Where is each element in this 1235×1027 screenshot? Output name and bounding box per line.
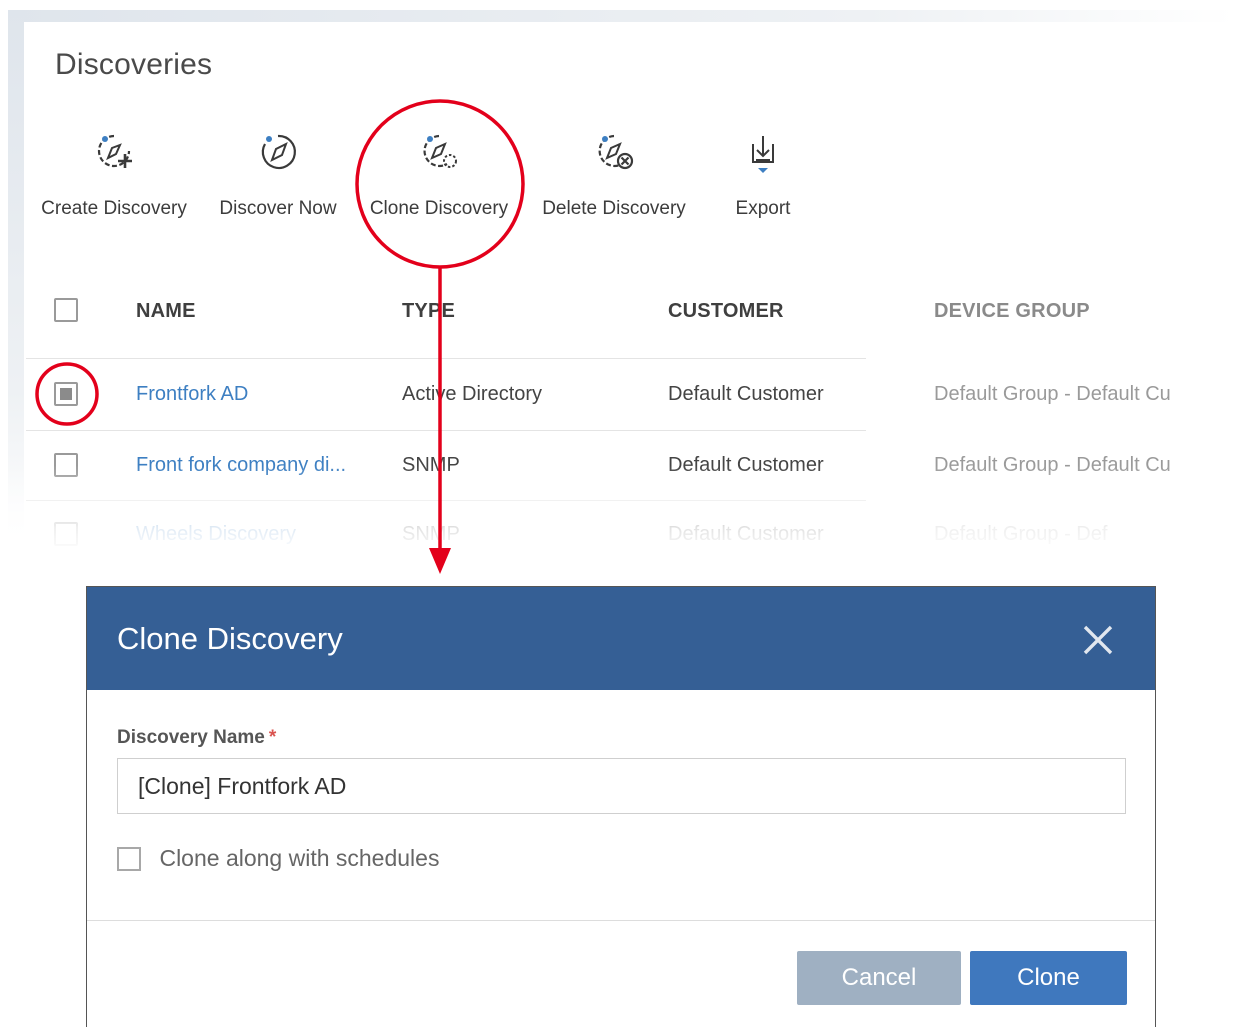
- dialog-header: Clone Discovery: [87, 587, 1155, 690]
- delete-discovery-label: Delete Discovery: [542, 198, 686, 219]
- cancel-button[interactable]: Cancel: [797, 951, 961, 1005]
- delete-discovery-button[interactable]: Delete Discovery: [536, 130, 692, 220]
- export-icon: [752, 136, 774, 173]
- row-divider: [26, 500, 866, 501]
- clone-discovery-icon: [423, 134, 457, 168]
- row-divider: [26, 358, 866, 359]
- row-name-link[interactable]: Frontfork AD: [136, 383, 248, 406]
- row-checkbox[interactable]: [54, 522, 78, 546]
- discover-now-button[interactable]: Discover Now: [214, 130, 342, 220]
- row-customer: Default Customer: [668, 383, 824, 405]
- select-all-checkbox[interactable]: [54, 298, 78, 322]
- row-divider: [26, 430, 866, 431]
- row-checkbox[interactable]: [54, 453, 78, 477]
- clone-schedules-label: Clone along with schedules: [159, 845, 440, 871]
- export-button[interactable]: Export: [724, 130, 802, 220]
- row-device-group: Default Group - Default Cu: [934, 454, 1171, 476]
- row-type: SNMP: [402, 523, 460, 545]
- required-asterisk: *: [268, 727, 277, 748]
- row-type: SNMP: [402, 454, 460, 476]
- discover-now-icon: [261, 134, 296, 170]
- row-checkbox-checked[interactable]: [54, 382, 78, 406]
- row-customer: Default Customer: [668, 523, 824, 545]
- clone-schedules-option[interactable]: Clone along with schedules: [117, 845, 439, 872]
- clone-discovery-dialog: Clone Discovery Discovery Name* Clone al…: [86, 586, 1156, 1027]
- clone-discovery-label: Clone Discovery: [369, 198, 509, 219]
- clone-discovery-button[interactable]: Clone Discovery: [364, 130, 514, 220]
- discoveries-panel: Discoveries Create Discovery Discover No…: [8, 10, 1235, 555]
- column-header-customer[interactable]: CUSTOMER: [668, 300, 784, 323]
- row-device-group: Default Group - Def: [934, 523, 1108, 545]
- create-discovery-button[interactable]: Create Discovery: [40, 130, 188, 220]
- discover-now-label: Discover Now: [219, 198, 337, 219]
- discovery-name-input[interactable]: [117, 758, 1126, 814]
- row-device-group: Default Group - Default Cu: [934, 383, 1171, 405]
- column-header-name[interactable]: NAME: [136, 300, 196, 323]
- discovery-name-label-text: Discovery Name: [117, 727, 265, 748]
- page-title: Discoveries: [55, 48, 213, 81]
- row-customer: Default Customer: [668, 454, 824, 476]
- clone-schedules-checkbox[interactable]: [117, 846, 141, 871]
- create-discovery-label: Create Discovery: [41, 198, 187, 219]
- create-discovery-icon: [97, 134, 132, 168]
- close-icon[interactable]: [1081, 623, 1115, 657]
- export-label: Export: [735, 198, 791, 219]
- dialog-title: Clone Discovery: [117, 621, 343, 656]
- discovery-name-label: Discovery Name *: [117, 727, 276, 749]
- delete-discovery-icon: [598, 134, 634, 170]
- row-name-link[interactable]: Wheels Discovery: [136, 523, 296, 546]
- clone-button[interactable]: Clone: [970, 951, 1127, 1005]
- row-type: Active Directory: [402, 383, 543, 405]
- column-header-type[interactable]: TYPE: [402, 300, 455, 323]
- row-name-link[interactable]: Front fork company di...: [136, 454, 346, 477]
- dialog-divider: [87, 920, 1155, 921]
- column-header-device-group[interactable]: DEVICE GROUP: [934, 300, 1090, 323]
